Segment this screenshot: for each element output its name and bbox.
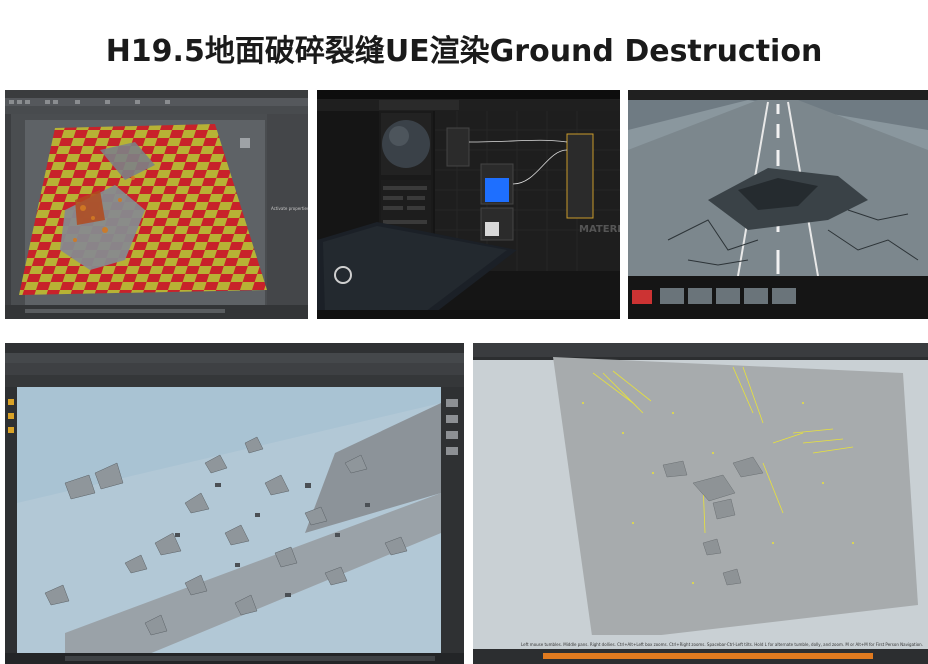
svg-text:Activate properties: Activate properties bbox=[271, 206, 308, 211]
maya-screenshot: Activate properties bbox=[5, 90, 308, 319]
status-text: Left mouse tumbles. Middle pans. Right d… bbox=[521, 642, 923, 647]
unreal-material-screenshot: MATERI bbox=[317, 90, 620, 319]
page-title: H19.5地面破碎裂缝UE渲染Ground Destruction bbox=[105, 34, 823, 69]
houdini-debris-screenshot bbox=[5, 343, 464, 664]
houdini-vectors-screenshot: Left mouse tumbles. Middle pans. Right d… bbox=[473, 343, 928, 664]
unreal-road-screenshot bbox=[628, 90, 928, 319]
svg-text:MATERI: MATERI bbox=[579, 224, 620, 235]
